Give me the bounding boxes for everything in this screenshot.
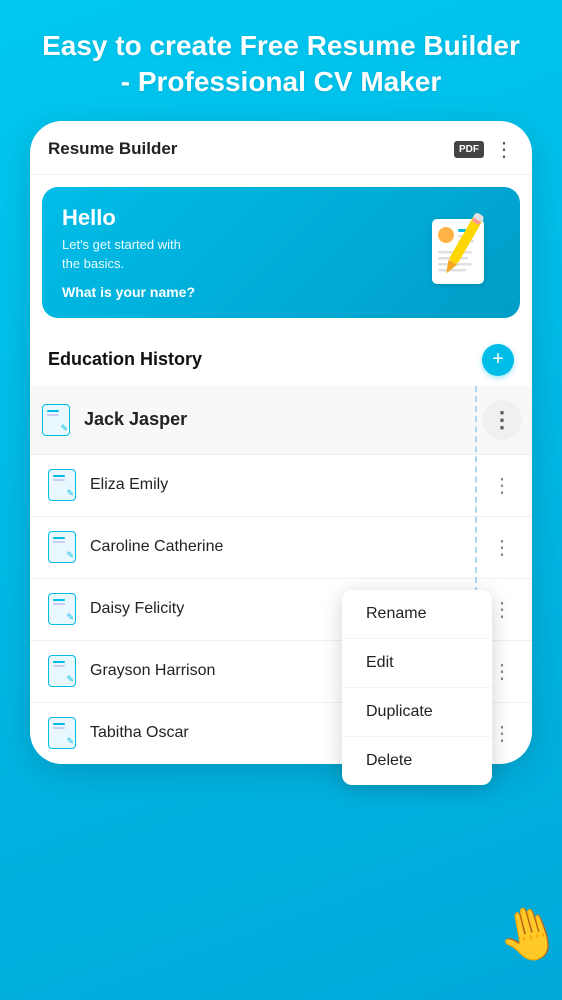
resume-mini-icon-4 xyxy=(48,655,76,687)
resume-mini-icon-5 xyxy=(48,717,76,749)
list-item-menu-2[interactable]: ⋮ xyxy=(486,531,518,564)
context-menu: Rename Edit Duplicate Delete xyxy=(342,590,492,785)
context-menu-delete[interactable]: Delete xyxy=(342,737,492,785)
app-title: Resume Builder xyxy=(48,139,177,159)
page-header-title: Easy to create Free Resume Builder - Pro… xyxy=(0,0,562,121)
hero-illustration xyxy=(414,207,504,297)
list-item-name-0: Jack Jasper xyxy=(84,409,482,430)
list-item[interactable]: Caroline Catherine ⋮ xyxy=(30,517,532,579)
list-item-name-1: Eliza Emily xyxy=(90,476,486,494)
section-header: Education History + xyxy=(30,330,532,386)
context-menu-duplicate[interactable]: Duplicate xyxy=(342,688,492,737)
app-header: Resume Builder PDF ⋮ xyxy=(30,121,532,175)
hero-banner: Hello Let's get started with the basics.… xyxy=(42,187,520,318)
pdf-icon[interactable]: PDF xyxy=(454,141,484,158)
list-item[interactable]: Eliza Emily ⋮ xyxy=(30,455,532,517)
hero-hello: Hello xyxy=(62,205,195,231)
hero-question: What is your name? xyxy=(62,284,195,300)
app-menu-icon[interactable]: ⋮ xyxy=(494,137,514,162)
list-item-menu-0[interactable]: ⋮ xyxy=(482,400,522,440)
section-title: Education History xyxy=(48,349,202,370)
context-menu-rename[interactable]: Rename xyxy=(342,590,492,639)
list-item-name-2: Caroline Catherine xyxy=(90,538,486,556)
resume-mini-icon-2 xyxy=(48,531,76,563)
resume-mini-icon-1 xyxy=(48,469,76,501)
resume-mini-icon-0 xyxy=(42,404,70,436)
resume-mini-icon-3 xyxy=(48,593,76,625)
hero-subtitle: Let's get started with the basics. xyxy=(62,235,195,274)
hand-cursor-icon: 🤚 xyxy=(490,897,562,973)
hero-text: Hello Let's get started with the basics.… xyxy=(62,205,195,300)
add-button[interactable]: + xyxy=(482,344,514,376)
resume-illustration-svg xyxy=(414,207,504,297)
context-menu-edit[interactable]: Edit xyxy=(342,639,492,688)
app-header-icons: PDF ⋮ xyxy=(454,137,514,162)
list-item-menu-1[interactable]: ⋮ xyxy=(486,469,518,502)
list-item[interactable]: Jack Jasper ⋮ xyxy=(30,386,532,455)
